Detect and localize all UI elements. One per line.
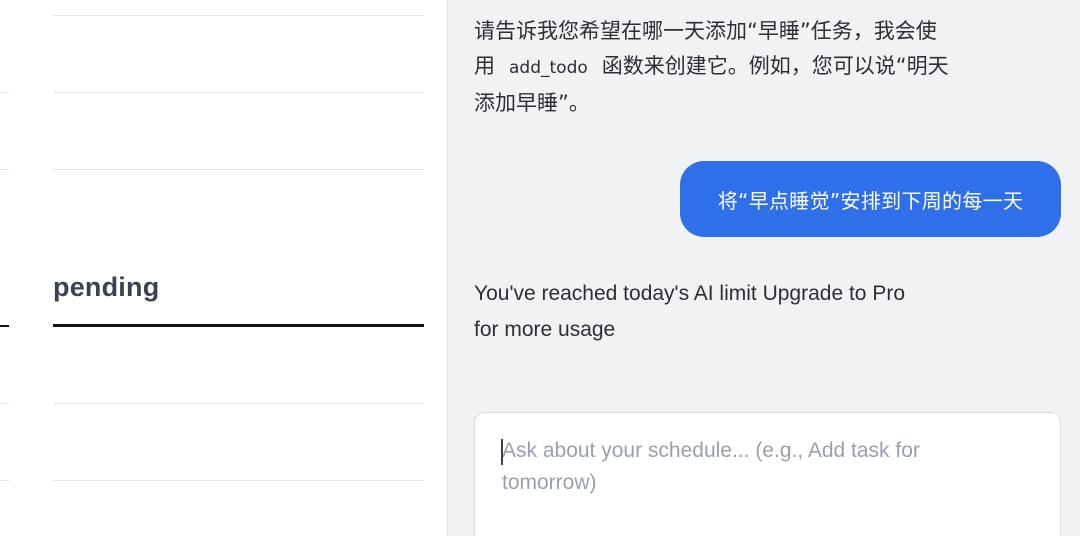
pending-section-title: pending bbox=[53, 272, 160, 302]
todo-list-pane: pending bbox=[0, 0, 447, 536]
list-row-divider bbox=[53, 403, 424, 404]
assistant-message-text: 用 bbox=[474, 54, 495, 78]
pending-section-underline bbox=[53, 324, 424, 327]
user-message-text: 将“早点睡觉”安排到下周的每一天 bbox=[717, 188, 1024, 213]
assistant-message-line: 请告诉我您希望在哪一天添加“早睡”任务，我会使 bbox=[474, 19, 937, 43]
text-caret bbox=[501, 439, 503, 465]
ai-chat-pane: 请告诉我您希望在哪一天添加“早睡”任务，我会使 用 add_todo 函数来创建它。… bbox=[448, 0, 1080, 536]
list-row-divider-edge bbox=[0, 92, 9, 93]
user-message-bubble: 将“早点睡觉”安排到下周的每一天 bbox=[680, 161, 1061, 237]
assistant-message-line: 添加早睡”。 bbox=[474, 91, 590, 115]
pending-section-underline-edge bbox=[0, 325, 9, 327]
ai-limit-message: You've reached today's AI limit Upgrade … bbox=[474, 276, 954, 348]
chat-input[interactable]: Ask about your schedule... (e.g., Add ta… bbox=[474, 412, 1061, 536]
ai-limit-message-line: You've reached today's AI limit Upgrade … bbox=[474, 282, 905, 305]
list-row-divider bbox=[53, 480, 424, 481]
list-row-divider-edge bbox=[0, 403, 9, 404]
list-row-divider bbox=[53, 169, 424, 170]
list-row-divider bbox=[53, 92, 424, 93]
list-row-divider bbox=[53, 15, 424, 16]
ai-limit-message-line: for more usage bbox=[474, 318, 616, 341]
placeholder-line: tomorrow) bbox=[502, 471, 597, 494]
function-name-code: add_todo bbox=[509, 58, 588, 78]
chat-input-placeholder: Ask about your schedule... (e.g., Add ta… bbox=[501, 435, 1034, 499]
list-row-divider-edge bbox=[0, 480, 9, 481]
list-row-divider-edge bbox=[0, 169, 9, 170]
assistant-message-text: 函数来创建它。例如，您可以说“明天 bbox=[601, 54, 949, 78]
assistant-message: 请告诉我您希望在哪一天添加“早睡”任务，我会使 用 add_todo 函数来创建它。… bbox=[474, 14, 994, 121]
placeholder-line: Ask about your schedule... (e.g., Add ta… bbox=[502, 439, 920, 462]
assistant-message-line: 用 add_todo 函数来创建它。例如，您可以说“明天 bbox=[474, 49, 994, 86]
